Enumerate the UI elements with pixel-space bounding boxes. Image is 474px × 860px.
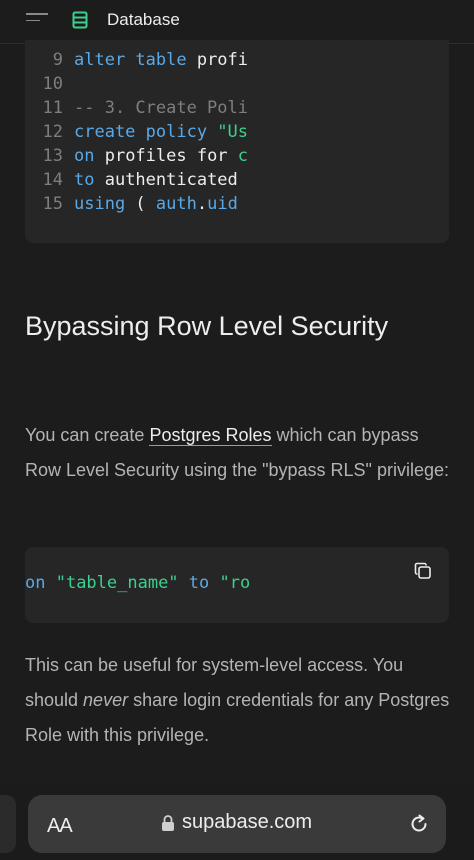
emphasis-text: never [83, 690, 129, 710]
grant-code-block: on "table_name" to "ro [25, 547, 449, 623]
line-number: 10 [42, 74, 63, 94]
code-text: create policy "Us [74, 122, 249, 142]
line-number: 13 [42, 146, 63, 166]
postgres-roles-link[interactable]: Postgres Roles [149, 425, 272, 446]
url-text[interactable]: supabase.com [182, 811, 312, 834]
line-number: 14 [42, 170, 63, 190]
text-size-button[interactable]: AA [47, 815, 73, 838]
code-token: to [188, 573, 220, 593]
line-number: 15 [42, 194, 63, 214]
code-line: 10 [25, 72, 449, 96]
code-text: -- 3. Create Poli [74, 98, 248, 118]
hamburger-icon[interactable] [26, 13, 48, 27]
line-number: 12 [42, 122, 63, 142]
code-text: on profiles for c [74, 146, 249, 166]
code-text: alter table profi [74, 50, 249, 70]
section-paragraph: You can create Postgres Roles which can … [25, 418, 455, 488]
code-line: 15 using ( auth.uid [25, 192, 449, 216]
code-line: 13 on profiles for c [25, 144, 449, 168]
code-line: 9 alter table profi [25, 48, 449, 72]
paragraph-text: You can create [25, 425, 150, 445]
sql-code-block: 9 alter table profi 10 11 -- 3. Create Poli 1… [25, 40, 449, 243]
code-text: using ( auth.uid [74, 194, 238, 214]
line-number: 9 [52, 50, 63, 70]
reload-icon[interactable] [408, 813, 430, 835]
copy-icon[interactable] [414, 562, 432, 580]
code-line: 12 create policy "Us [25, 120, 449, 144]
code-token: on [25, 573, 56, 593]
warning-paragraph: This can be useful for system-level acce… [25, 648, 460, 753]
top-navigation-bar: Database [0, 0, 474, 44]
code-text: to authenticated [74, 170, 238, 190]
code-token: "table_name" [55, 573, 189, 593]
browser-bottom-bar: AA supabase.com [0, 782, 474, 860]
section-heading: Bypassing Row Level Security [25, 311, 389, 341]
code-line: 11 -- 3. Create Poli [25, 96, 449, 120]
code-line: 14 to authenticated [25, 168, 449, 192]
previous-tab-preview[interactable] [0, 795, 16, 853]
page-section-title: Database [107, 10, 180, 29]
code-line: on "table_name" to "ro [25, 571, 249, 595]
code-token: "ro [219, 573, 250, 593]
lock-icon [162, 815, 174, 831]
address-bar[interactable]: AA supabase.com [28, 795, 446, 853]
line-number: 11 [42, 98, 63, 118]
database-icon [72, 11, 88, 29]
